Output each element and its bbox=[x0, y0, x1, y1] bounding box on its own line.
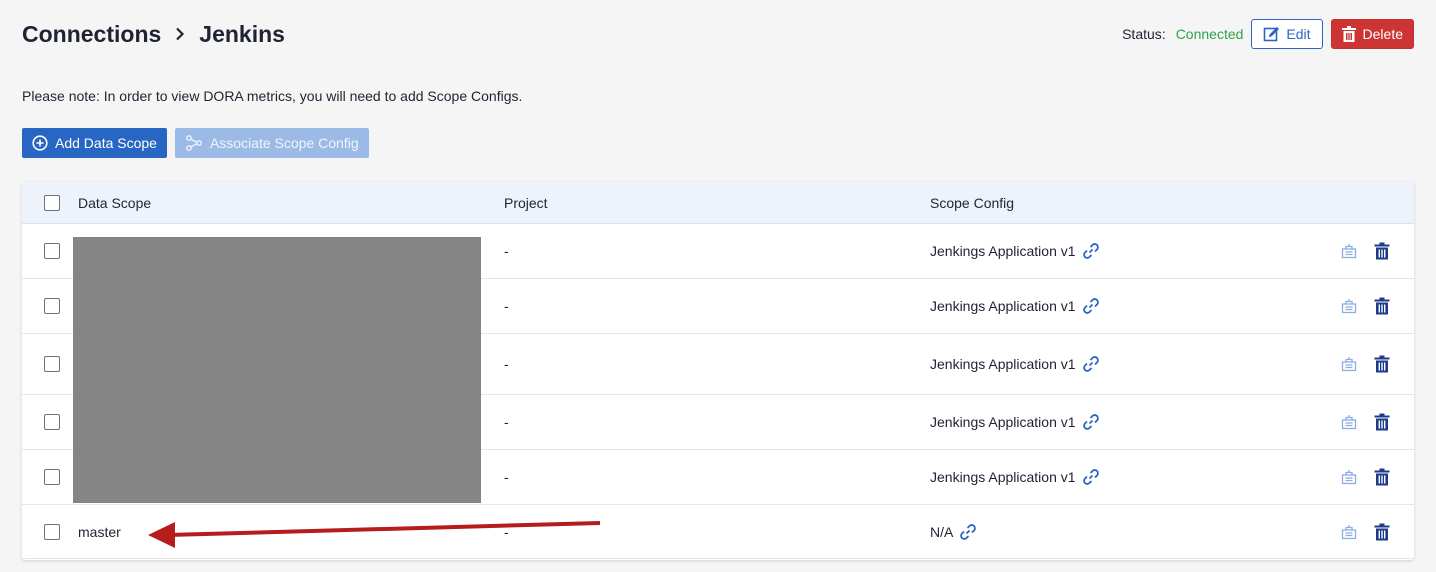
data-scope-table: Data Scope Project Scope Config - Jenkin… bbox=[22, 182, 1414, 560]
delete-row-icon[interactable] bbox=[1374, 413, 1390, 431]
redacted-area bbox=[73, 237, 481, 503]
edit-icon bbox=[1263, 26, 1280, 43]
column-header-scope-config: Scope Config bbox=[930, 194, 1015, 211]
breadcrumb-current: Jenkins bbox=[199, 20, 285, 47]
dora-note: Please note: In order to view DORA metri… bbox=[22, 88, 523, 104]
scope-config-cell: Jenkings Application v1 bbox=[930, 356, 1076, 372]
trash-icon bbox=[1341, 26, 1356, 42]
scope-config-cell: Jenkings Application v1 bbox=[930, 469, 1076, 485]
link-icon[interactable] bbox=[1082, 297, 1100, 315]
chevron-right-icon bbox=[175, 27, 185, 41]
edit-button[interactable]: Edit bbox=[1251, 19, 1323, 49]
project-cell: - bbox=[504, 356, 509, 372]
table-row: master - N/A bbox=[22, 505, 1414, 559]
inspect-icon[interactable] bbox=[1341, 469, 1357, 485]
add-data-scope-label: Add Data Scope bbox=[55, 135, 157, 151]
project-cell: - bbox=[504, 414, 509, 430]
add-data-scope-button[interactable]: Add Data Scope bbox=[22, 128, 167, 158]
associate-scope-config-button[interactable]: Associate Scope Config bbox=[174, 128, 369, 158]
page-header: Connections Jenkins Status: Connected Ed… bbox=[22, 18, 1414, 50]
project-cell: - bbox=[504, 523, 509, 540]
project-cell: - bbox=[504, 298, 509, 314]
row-checkbox[interactable] bbox=[44, 243, 60, 259]
plus-circle-icon bbox=[32, 135, 48, 151]
delete-row-icon[interactable] bbox=[1374, 355, 1390, 373]
table-header: Data Scope Project Scope Config bbox=[22, 182, 1414, 224]
delete-row-icon[interactable] bbox=[1374, 468, 1390, 486]
link-icon[interactable] bbox=[959, 523, 977, 541]
row-checkbox[interactable] bbox=[44, 298, 60, 314]
scope-config-cell: Jenkings Application v1 bbox=[930, 298, 1076, 314]
nodes-icon bbox=[185, 135, 203, 151]
column-header-project: Project bbox=[504, 194, 548, 211]
inspect-icon[interactable] bbox=[1341, 243, 1357, 259]
edit-button-label: Edit bbox=[1286, 26, 1311, 42]
delete-row-icon[interactable] bbox=[1374, 242, 1390, 260]
select-all-checkbox[interactable] bbox=[44, 194, 60, 211]
breadcrumb: Connections Jenkins bbox=[22, 21, 285, 48]
delete-button-label: Delete bbox=[1362, 26, 1403, 42]
link-icon[interactable] bbox=[1082, 413, 1100, 431]
status-label: Status: bbox=[1122, 26, 1166, 42]
row-checkbox[interactable] bbox=[44, 414, 60, 430]
scope-config-cell: N/A bbox=[930, 523, 954, 540]
data-scope-cell: master bbox=[78, 523, 121, 540]
scope-config-cell: Jenkings Application v1 bbox=[930, 243, 1076, 259]
delete-row-icon[interactable] bbox=[1374, 523, 1390, 541]
row-checkbox[interactable] bbox=[44, 469, 60, 485]
link-icon[interactable] bbox=[1082, 355, 1100, 373]
link-icon[interactable] bbox=[1082, 242, 1100, 260]
project-cell: - bbox=[504, 243, 509, 259]
row-checkbox[interactable] bbox=[44, 356, 60, 372]
scope-config-cell: Jenkings Application v1 bbox=[930, 414, 1076, 430]
breadcrumb-connections[interactable]: Connections bbox=[22, 21, 161, 48]
status-value: Connected bbox=[1175, 26, 1244, 42]
inspect-icon[interactable] bbox=[1341, 298, 1357, 314]
project-cell: - bbox=[504, 469, 509, 485]
link-icon[interactable] bbox=[1082, 468, 1100, 486]
inspect-icon[interactable] bbox=[1341, 356, 1357, 372]
column-header-data-scope: Data Scope bbox=[78, 194, 152, 211]
inspect-icon[interactable] bbox=[1341, 524, 1357, 540]
row-checkbox[interactable] bbox=[44, 523, 60, 540]
associate-scope-config-label: Associate Scope Config bbox=[209, 135, 359, 151]
delete-button[interactable]: Delete bbox=[1330, 19, 1414, 49]
inspect-icon[interactable] bbox=[1341, 414, 1357, 430]
delete-row-icon[interactable] bbox=[1374, 297, 1390, 315]
